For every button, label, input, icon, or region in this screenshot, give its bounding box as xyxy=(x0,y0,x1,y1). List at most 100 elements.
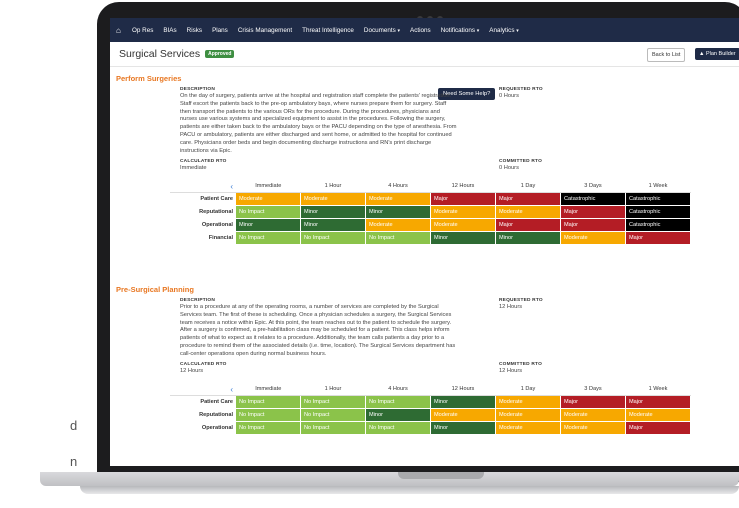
description-label: DESCRIPTION xyxy=(180,87,215,92)
impact-cell: No Impact xyxy=(365,231,431,245)
column-header: 4 Hours xyxy=(365,180,431,193)
impact-cell: Major xyxy=(560,218,626,232)
row-label: Financial xyxy=(208,235,233,241)
impact-cell: Catastrophic xyxy=(560,192,626,206)
nav-threat-intelligence[interactable]: Threat Intelligence xyxy=(302,27,354,34)
chevron-down-icon: ▾ xyxy=(516,27,519,34)
column-header: Immediate xyxy=(236,180,301,193)
nav-crisis-management[interactable]: Crisis Management xyxy=(238,27,292,34)
nav-bias[interactable]: BIAs xyxy=(163,27,176,34)
calculated-rto-label: CALCULATED RTO xyxy=(180,159,227,164)
impact-cell: No Impact xyxy=(300,231,366,245)
calculated-rto-value: 12 Hours xyxy=(180,368,204,374)
table-row: Patient Care Moderate Moderate Moderate … xyxy=(170,192,691,206)
section-title: Perform Surgeries xyxy=(116,74,182,83)
column-header: 12 Hours xyxy=(430,180,496,193)
chevron-down-icon: ▾ xyxy=(397,27,401,34)
row-label: Operational xyxy=(201,222,233,228)
impact-cell: Moderate xyxy=(430,205,496,219)
row-label: Reputational xyxy=(199,209,233,215)
requested-rto-label: REQUESTED RTO xyxy=(499,87,543,92)
impact-cell: Catastrophic xyxy=(625,205,691,219)
impact-cell: No Impact xyxy=(300,408,366,422)
impact-cell: No Impact xyxy=(365,421,431,435)
impact-cell: Moderate xyxy=(430,218,496,232)
impact-cell: Minor xyxy=(365,408,431,422)
description-text: Prior to a procedure at any of the opera… xyxy=(180,304,456,357)
impact-cell: No Impact xyxy=(300,395,366,409)
impact-cell: Major xyxy=(495,218,561,232)
committed-rto-label: COMMITTED RTO xyxy=(499,362,543,367)
page-header: Surgical Services Approved Back to List … xyxy=(110,42,739,67)
impact-cell: Moderate xyxy=(495,421,561,435)
impact-cell: Moderate xyxy=(560,408,626,422)
laptop-base-bottom xyxy=(80,486,739,494)
plan-builder-button[interactable]: ▲ Plan Builder xyxy=(695,48,739,60)
nav-analytics[interactable]: Analytics ▾ xyxy=(489,27,518,34)
table-row: Operational No Impact No Impact No Impac… xyxy=(170,421,691,435)
chevron-left-icon[interactable]: ‹ xyxy=(170,383,236,396)
row-label: Reputational xyxy=(199,412,233,418)
nav-op-res[interactable]: Op Res xyxy=(132,27,153,34)
nav-plans[interactable]: Plans xyxy=(212,27,228,34)
impact-cell: Major xyxy=(560,395,626,409)
impact-cell: Moderate xyxy=(625,408,691,422)
table-row: Financial No Impact No Impact No Impact … xyxy=(170,231,691,245)
impact-cell: Major xyxy=(495,192,561,206)
side-text-fragment-2: n xyxy=(70,454,78,469)
impact-cell: Moderate xyxy=(560,231,626,245)
home-icon[interactable]: ⌂ xyxy=(116,26,126,35)
row-label: Patient Care xyxy=(200,196,233,203)
page-title: Surgical Services xyxy=(119,48,201,60)
impact-cell: Catastrophic xyxy=(625,218,691,232)
impact-cell: Moderate xyxy=(495,408,561,422)
impact-cell: Minor xyxy=(430,421,496,435)
impact-cell: Moderate xyxy=(495,205,561,219)
table-row: Operational Minor Minor Moderate Moderat… xyxy=(170,218,691,232)
section-title: Pre-Surgical Planning xyxy=(116,285,194,294)
table-row: Patient Care No Impact No Impact No Impa… xyxy=(170,395,691,409)
impact-cell: No Impact xyxy=(236,231,301,245)
impact-cell: No Impact xyxy=(365,395,431,409)
side-text-fragment-1: d xyxy=(70,418,78,433)
row-label: Patient Care xyxy=(200,399,233,406)
committed-rto-value: 0 Hours xyxy=(499,165,519,171)
impact-cell: Moderate xyxy=(495,395,561,409)
column-header: 1 Week xyxy=(625,383,691,396)
column-header: 1 Day xyxy=(495,383,561,396)
back-to-list-button[interactable]: Back to List xyxy=(647,48,686,62)
nav-actions[interactable]: Actions xyxy=(410,27,431,34)
impact-cell: Minor xyxy=(495,231,561,245)
nav-notifications[interactable]: Notifications ▾ xyxy=(441,27,480,34)
impact-cell: Minor xyxy=(236,218,301,232)
chevron-left-icon[interactable]: ‹ xyxy=(170,180,236,193)
impact-cell: Catastrophic xyxy=(625,192,691,206)
table-row: Reputational No Impact No Impact Minor M… xyxy=(170,408,691,422)
impact-cell: Moderate xyxy=(430,408,496,422)
impact-cell: Major xyxy=(560,205,626,219)
nav-documents[interactable]: Documents ▾ xyxy=(364,27,400,34)
impact-cell: No Impact xyxy=(236,395,301,409)
requested-rto-value: 0 Hours xyxy=(499,93,519,99)
plan-icon: ▲ xyxy=(699,51,705,57)
column-header: 3 Days xyxy=(560,383,626,396)
impact-cell: Major xyxy=(430,192,496,206)
nav-risks[interactable]: Risks xyxy=(187,27,202,34)
status-badge: Approved xyxy=(205,50,235,58)
impact-cell: Minor xyxy=(300,218,366,232)
column-header: Immediate xyxy=(236,383,301,396)
calculated-rto-label: CALCULATED RTO xyxy=(180,362,227,367)
committed-rto-label: COMMITTED RTO xyxy=(499,159,543,164)
impact-cell: Major xyxy=(625,395,691,409)
app-screen: ⌂ Op Res BIAs Risks Plans Crisis Managem… xyxy=(110,18,739,466)
column-header: 4 Hours xyxy=(365,383,431,396)
impact-cell: Moderate xyxy=(300,192,366,206)
impact-matrix: ‹ Immediate 1 Hour 4 Hours 12 Hours 1 Da… xyxy=(170,180,691,245)
impact-cell: Minor xyxy=(300,205,366,219)
description-text: On the day of surgery, patients arrive a… xyxy=(180,93,457,154)
top-nav: ⌂ Op Res BIAs Risks Plans Crisis Managem… xyxy=(110,18,739,42)
impact-cell: Major xyxy=(625,421,691,435)
requested-rto-label: REQUESTED RTO xyxy=(499,298,543,303)
committed-rto-value: 12 Hours xyxy=(499,368,523,374)
column-header: 3 Days xyxy=(560,180,626,193)
